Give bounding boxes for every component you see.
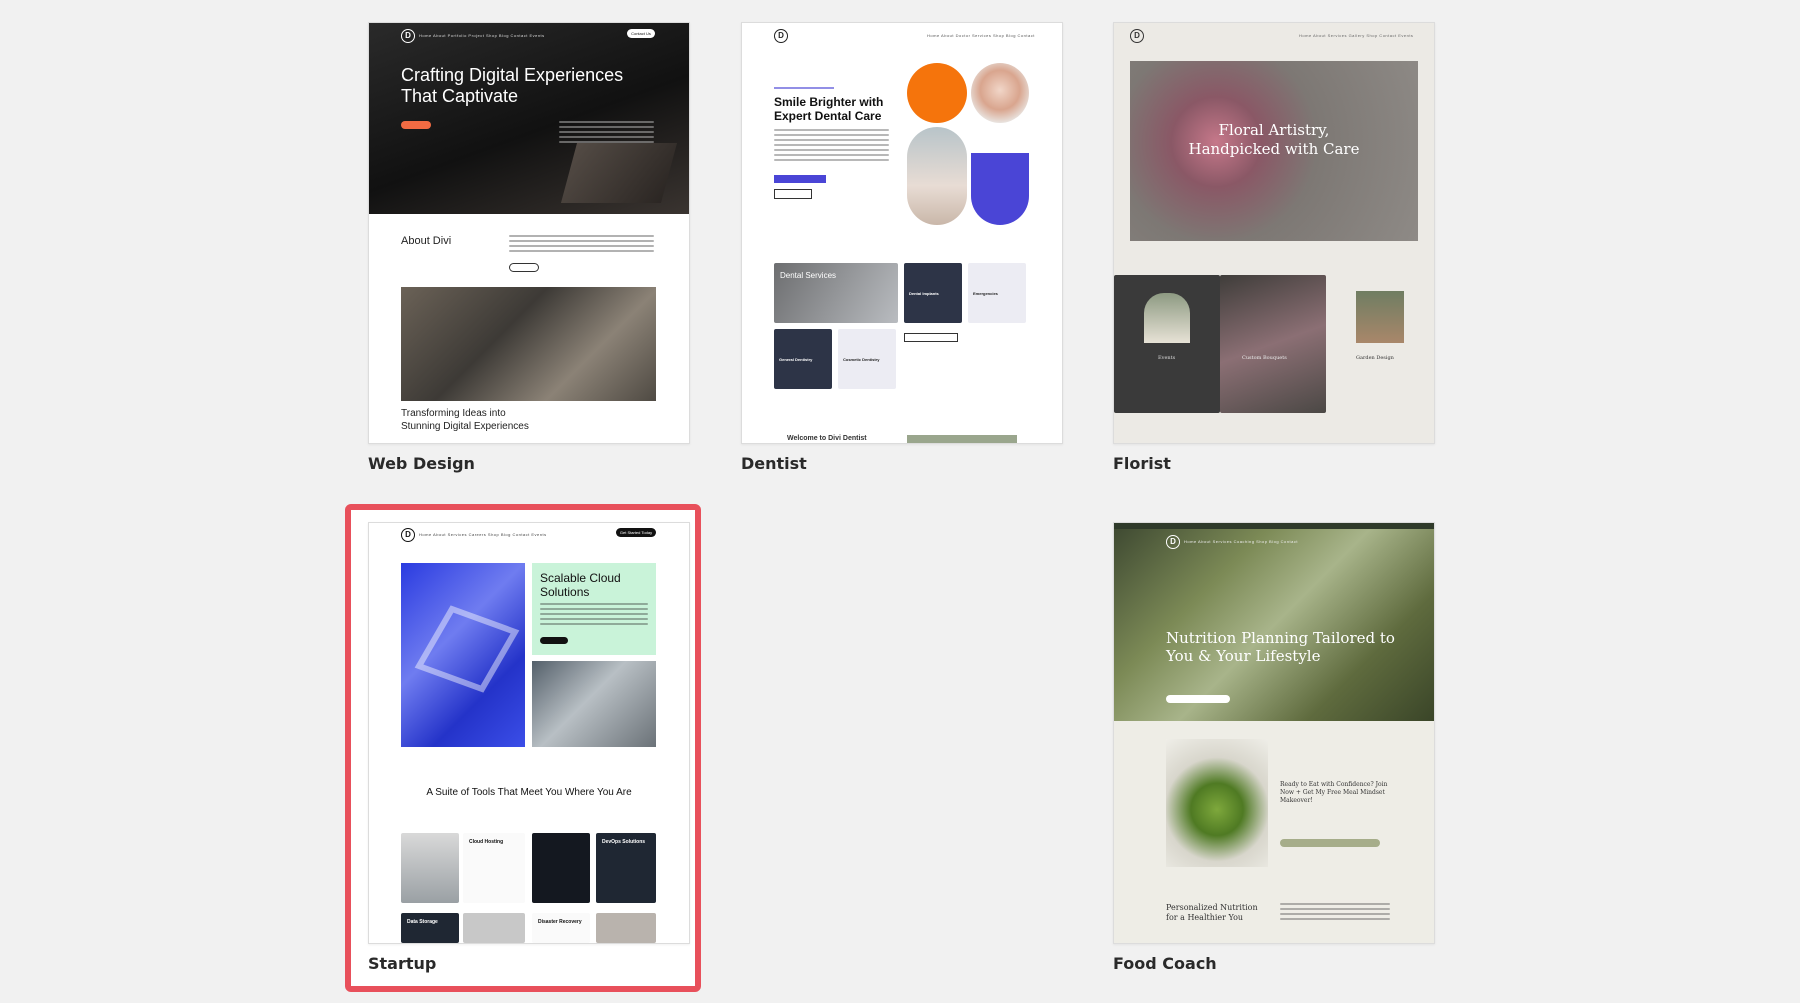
service-tile: Events: [1114, 275, 1220, 413]
hero-text: [540, 603, 648, 628]
welcome-image: [907, 435, 1017, 444]
hero-button: [401, 121, 431, 129]
learn-more-button: [509, 263, 539, 272]
eyebrow: [774, 87, 834, 89]
services-heading: Dental Services: [780, 271, 836, 280]
hero-title: Scalable Cloud Solutions: [540, 571, 650, 599]
nav-menu: Home About Portfolio Project Shop Blog C…: [419, 33, 545, 38]
hero-title: Nutrition Planning Tailored to You & You…: [1166, 629, 1406, 665]
nav-menu: Home About Services Careers Shop Blog Co…: [419, 532, 547, 537]
about-text: [509, 235, 654, 255]
dentist-photo: [907, 127, 967, 225]
tile-title: Cosmetic Dentistry: [843, 357, 879, 362]
book-button: [904, 333, 958, 342]
hero-title: Smile Brighter with Expert Dental Care: [774, 95, 894, 123]
get-started-button: Get Started Today: [616, 528, 656, 537]
feature-tile: DevOps Solutions: [596, 833, 656, 903]
tile-title: Garden Design: [1356, 355, 1394, 361]
tile-title: General Dentistry: [779, 357, 812, 362]
template-thumbnail[interactable]: D Home About Portfolio Project Shop Blog…: [368, 22, 690, 444]
hero-card: Scalable Cloud Solutions: [532, 563, 656, 655]
food-photo: [1166, 739, 1268, 867]
template-label: Dentist: [741, 454, 807, 473]
template-label: Web Design: [368, 454, 475, 473]
nav-menu: Home About Services Coaching Shop Blog C…: [1184, 539, 1298, 544]
section-heading: Personalized Nutrition for a Healthier Y…: [1166, 903, 1266, 923]
appointment-button: [774, 175, 826, 183]
service-tile: Emergencies: [968, 263, 1026, 323]
blue-shape: [971, 153, 1029, 225]
service-tile: Cosmetic Dentistry: [838, 329, 896, 389]
tile-title: Cloud Hosting: [469, 839, 503, 845]
template-thumbnail[interactable]: D Home About Doctor Services Shop Blog C…: [741, 22, 1063, 444]
divi-logo-icon: D: [774, 29, 788, 43]
feature-tile: Cloud Hosting: [463, 833, 525, 903]
feature-image: [596, 913, 656, 943]
orange-circle: [907, 63, 967, 123]
template-card-startup[interactable]: D Home About Services Careers Shop Blog …: [368, 522, 690, 982]
tile-title: Emergencies: [973, 291, 998, 296]
hero-text: [774, 129, 889, 164]
template-label: Florist: [1113, 454, 1171, 473]
service-tile: General Dentistry: [774, 329, 832, 389]
divi-logo-icon: D: [1166, 535, 1180, 549]
template-thumbnail[interactable]: D Home About Services Coaching Shop Blog…: [1113, 522, 1435, 944]
nav-menu: Home About Services Gallery Shop Contact…: [1299, 33, 1413, 38]
hero-button: [1166, 695, 1230, 703]
feature-image: [532, 833, 590, 903]
divi-logo-icon: D: [1130, 29, 1144, 43]
patient-photo: [971, 63, 1029, 123]
section-text: [1280, 903, 1390, 923]
team-photo: [401, 287, 656, 401]
template-label: Food Coach: [1113, 954, 1217, 973]
hero-image: [1114, 529, 1434, 721]
tile-title: Events: [1158, 355, 1175, 361]
template-card-florist[interactable]: D Home About Services Gallery Shop Conta…: [1113, 22, 1435, 482]
tile-title: Dental Implants: [909, 291, 939, 296]
hero-button: [540, 637, 568, 644]
hero-text: [559, 121, 654, 146]
feature-tile: Data Storage: [401, 913, 459, 943]
section-heading: Transforming Ideas into Stunning Digital…: [401, 407, 541, 433]
service-tile: Custom Bouquets: [1220, 275, 1326, 413]
laptop-shape: [561, 143, 677, 203]
tile-title: DevOps Solutions: [602, 839, 645, 845]
tile-title: Custom Bouquets: [1242, 355, 1287, 361]
about-heading: About Divi: [401, 235, 451, 247]
services-tile: Dental Services: [774, 263, 898, 323]
subscribe-button: [1280, 839, 1380, 847]
cube-illustration: [401, 563, 525, 747]
services-button: [774, 189, 812, 199]
tile-title: Disaster Recovery: [538, 919, 582, 925]
template-thumbnail[interactable]: D Home About Services Gallery Shop Conta…: [1113, 22, 1435, 444]
feature-image: [463, 913, 525, 943]
office-photo: [532, 661, 656, 747]
suite-heading: A Suite of Tools That Meet You Where You…: [369, 787, 689, 799]
feature-tile: Disaster Recovery: [532, 913, 590, 943]
service-tile: Dental Implants: [904, 263, 962, 323]
template-card-dentist[interactable]: D Home About Doctor Services Shop Blog C…: [741, 22, 1063, 482]
welcome-heading: Welcome to Divi Dentist: [787, 435, 867, 442]
template-label: Startup: [368, 954, 436, 973]
nav-menu: Home About Doctor Services Shop Blog Con…: [927, 33, 1035, 38]
template-card-food-coach[interactable]: D Home About Services Coaching Shop Blog…: [1113, 522, 1435, 982]
feature-image: [401, 833, 459, 903]
contact-button: Contact Us: [627, 29, 655, 38]
hero-title: Floral Artistry, Handpicked with Care: [1184, 121, 1364, 159]
promo-text: Ready to Eat with Confidence? Join Now +…: [1280, 781, 1390, 805]
hero-title: Crafting Digital Experiences That Captiv…: [401, 65, 651, 107]
service-tile: Garden Design: [1326, 275, 1434, 413]
template-thumbnail[interactable]: D Home About Services Careers Shop Blog …: [368, 522, 690, 944]
divi-logo-icon: D: [401, 29, 415, 43]
template-card-web-design[interactable]: D Home About Portfolio Project Shop Blog…: [368, 22, 690, 482]
divi-logo-icon: D: [401, 528, 415, 542]
tile-title: Data Storage: [407, 919, 438, 925]
